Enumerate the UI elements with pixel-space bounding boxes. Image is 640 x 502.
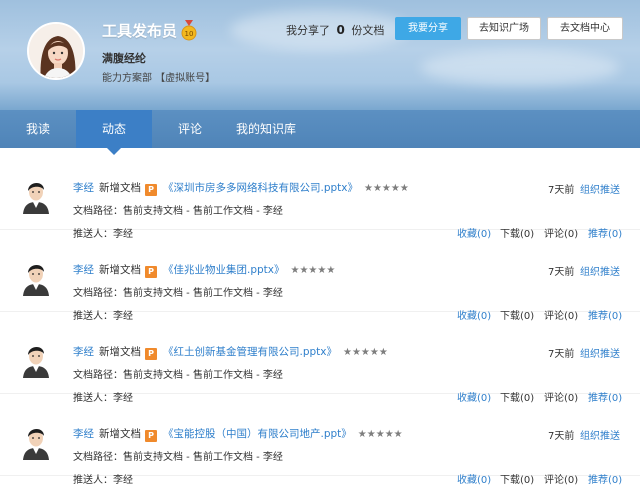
feed-item: 李经 新增文档 P 《深圳市房多多网络科技有限公司.pptx》 ★★★★★ 文档路径：售… xyxy=(0,148,640,240)
man-avatar-icon[interactable] xyxy=(20,342,52,378)
feed-headline: 李经 新增文档 P 《深圳市房多多网络科技有限公司.pptx》 ★★★★★ xyxy=(73,180,409,196)
user-department: 能力方案部 【虚拟账号】 xyxy=(102,73,216,84)
level-number: 10 xyxy=(185,30,194,38)
comment-link[interactable]: 评论(0) xyxy=(544,471,578,486)
feed-time: 7天前 xyxy=(548,185,575,196)
feed-headline: 李经 新增文档 P 《宝能控股（中国）有限公司地产.ppt》 ★★★★★ xyxy=(73,426,403,442)
feed-user-link[interactable]: 李经 xyxy=(73,428,94,440)
rating-stars: ★★★★★ xyxy=(290,265,336,276)
document-path: 文档路径：售前支持文档 - 售前工作文档 - 李经 xyxy=(73,370,283,381)
document-path: 文档路径：售前支持文档 - 售前工作文档 - 李经 xyxy=(73,206,283,217)
share-suffix: 份文档 xyxy=(351,24,385,37)
collect-link[interactable]: 收藏(0) xyxy=(457,471,491,486)
rating-stars: ★★★★★ xyxy=(364,183,409,194)
feed-headline: 李经 新增文档 P 《红土创新基金管理有限公司.pptx》 ★★★★★ xyxy=(73,344,388,360)
level-medal-icon: 10 xyxy=(181,20,197,42)
share-count-text: 我分享了 0 份文档 xyxy=(286,22,384,38)
man-avatar-icon[interactable] xyxy=(20,424,52,460)
woman-avatar-icon xyxy=(29,24,83,78)
document-path: 文档路径：售前支持文档 - 售前工作文档 - 李经 xyxy=(73,452,283,463)
document-path: 文档路径：售前支持文档 - 售前工作文档 - 李经 xyxy=(73,288,283,299)
org-push-link[interactable]: 组织推送 xyxy=(580,427,620,442)
pusher-text: 推送人：李经 xyxy=(73,475,133,486)
user-avatar[interactable] xyxy=(27,22,85,80)
feed-action: 新增文档 xyxy=(99,264,141,276)
share-button[interactable]: 我要分享 xyxy=(395,17,461,40)
tab-activity[interactable]: 动态 xyxy=(76,110,152,155)
org-push-link[interactable]: 组织推送 xyxy=(580,345,620,360)
doc-center-button[interactable]: 去文档中心 xyxy=(547,17,623,40)
ppt-file-icon: P xyxy=(145,184,157,196)
rating-stars: ★★★★★ xyxy=(343,347,388,358)
document-title-link[interactable]: 《深圳市房多多网络科技有限公司.pptx》 xyxy=(163,182,358,194)
profile-banner: 工具发布员 10 满腹经纶 能力方案部 【虚拟账号】 我分享了 0 份文档 我要… xyxy=(0,0,640,110)
profile-tabs: 我读 动态 评论 我的知识库 xyxy=(0,110,640,155)
feed-item: 李经 新增文档 P 《宝能控股（中国）有限公司地产.ppt》 ★★★★★ 文档路径：售前… xyxy=(0,394,640,486)
knowledge-square-button[interactable]: 去知识广场 xyxy=(467,17,541,40)
tab-comments[interactable]: 评论 xyxy=(152,110,228,148)
feed-time: 7天前 xyxy=(548,267,575,278)
share-count: 0 xyxy=(336,23,345,37)
document-title-link[interactable]: 《宝能控股（中国）有限公司地产.ppt》 xyxy=(163,428,352,440)
download-link[interactable]: 下载(0) xyxy=(500,471,534,486)
user-motto: 满腹经纶 xyxy=(102,52,146,65)
feed-user-link[interactable]: 李经 xyxy=(73,264,94,276)
feed-user-link[interactable]: 李经 xyxy=(73,182,94,194)
man-avatar-icon[interactable] xyxy=(20,260,52,296)
feed-user-link[interactable]: 李经 xyxy=(73,346,94,358)
feed-time: 7天前 xyxy=(548,349,575,360)
feed-item: 李经 新增文档 P 《红土创新基金管理有限公司.pptx》 ★★★★★ 文档路径：售前支… xyxy=(0,312,640,404)
document-title-link[interactable]: 《佳兆业物业集团.pptx》 xyxy=(163,264,285,276)
recommend-link[interactable]: 推荐(0) xyxy=(588,471,622,486)
rating-stars: ★★★★★ xyxy=(357,429,403,440)
document-title-link[interactable]: 《红土创新基金管理有限公司.pptx》 xyxy=(163,346,337,358)
feed-action: 新增文档 xyxy=(99,346,141,358)
ppt-file-icon: P xyxy=(145,430,157,442)
user-name: 工具发布员 xyxy=(102,22,178,40)
ppt-file-icon: P xyxy=(145,266,157,278)
feed-time: 7天前 xyxy=(548,431,575,442)
share-prefix: 我分享了 xyxy=(286,24,330,37)
ppt-file-icon: P xyxy=(145,348,157,360)
feed-item: 李经 新增文档 P 《佳兆业物业集团.pptx》 ★★★★★ 文档路径：售前支持文档 -… xyxy=(0,230,640,322)
org-push-link[interactable]: 组织推送 xyxy=(580,263,620,278)
tab-reading[interactable]: 我读 xyxy=(0,110,76,148)
man-avatar-icon[interactable] xyxy=(20,178,52,214)
feed-action: 新增文档 xyxy=(99,428,141,440)
org-push-link[interactable]: 组织推送 xyxy=(580,181,620,196)
cloud-decoration xyxy=(420,50,620,85)
tab-my-knowledge[interactable]: 我的知识库 xyxy=(228,110,304,148)
feed-headline: 李经 新增文档 P 《佳兆业物业集团.pptx》 ★★★★★ xyxy=(73,262,335,278)
feed-action: 新增文档 xyxy=(99,182,141,194)
